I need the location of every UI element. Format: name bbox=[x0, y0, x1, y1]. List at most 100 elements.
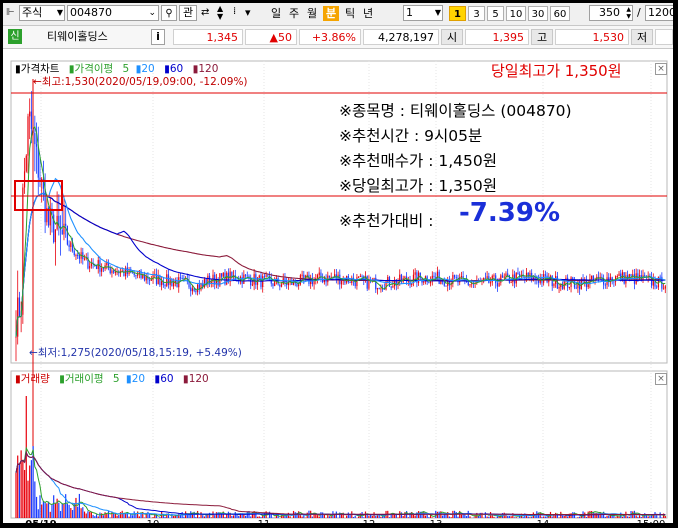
volume-bar bbox=[92, 514, 94, 518]
volume-bar bbox=[561, 515, 564, 518]
candle-body bbox=[298, 284, 300, 287]
legend-volume[interactable]: ▮거래량 bbox=[15, 373, 53, 385]
search-button[interactable]: ⚲ bbox=[161, 5, 177, 21]
stock-info-bar: 신 티웨이홀딩스 i 1,345 ▲50 +3.86% 4,278,197 시 … bbox=[3, 26, 673, 49]
candle-body bbox=[359, 275, 361, 277]
volume-bar bbox=[18, 464, 21, 518]
period-tick[interactable]: 틱 bbox=[343, 6, 357, 21]
high-label: 고 bbox=[531, 29, 553, 45]
volume-panel-close-icon[interactable]: × bbox=[655, 373, 667, 385]
volume-bar bbox=[270, 514, 272, 518]
volume-bar bbox=[615, 517, 617, 518]
candle-body bbox=[404, 276, 406, 279]
price-panel-close-icon[interactable]: × bbox=[655, 63, 667, 75]
legend-price-chart[interactable]: ▮가격차트 bbox=[15, 63, 62, 75]
volume-bar bbox=[102, 515, 104, 518]
period-day[interactable]: 일 bbox=[269, 6, 283, 21]
interval-button-5[interactable]: 5 bbox=[487, 6, 504, 21]
x-axis-label: 12 bbox=[363, 519, 376, 523]
period-week[interactable]: 주 bbox=[287, 6, 301, 21]
volume-bar bbox=[131, 515, 134, 518]
volume-bar bbox=[382, 516, 384, 518]
candle-body bbox=[460, 276, 463, 278]
panel-toggle-icon[interactable]: ⊩ bbox=[6, 7, 18, 19]
candle-body bbox=[27, 116, 29, 156]
interval-button-30[interactable]: 30 bbox=[528, 6, 548, 21]
candle-body bbox=[226, 272, 228, 285]
legend-vma20[interactable]: ▮20 bbox=[126, 373, 148, 385]
total-input[interactable]: 1200 bbox=[645, 5, 673, 21]
x-axis-label: 05/19 bbox=[25, 519, 57, 523]
volume-legend: ▮거래량 ▮거래이평 5 ▮20 ▮60 ▮120 bbox=[15, 372, 215, 386]
period-year[interactable]: 년 bbox=[361, 6, 375, 21]
period-minute[interactable]: 분 bbox=[323, 6, 339, 21]
volume-bar bbox=[462, 514, 464, 518]
legend-ma120[interactable]: ▮120 bbox=[193, 63, 222, 75]
more-icon[interactable]: ⁞ bbox=[233, 6, 236, 17]
settings-icon[interactable]: ▾ bbox=[245, 6, 251, 19]
legend-volume-ma[interactable]: ▮거래이평 bbox=[59, 373, 106, 385]
volume-bar bbox=[128, 516, 130, 518]
volume-bar bbox=[71, 510, 74, 518]
volume-bar bbox=[125, 513, 127, 518]
stock-name: 티웨이홀딩스 bbox=[47, 30, 108, 43]
volume-bar bbox=[637, 516, 639, 518]
high-value: 1,530 bbox=[555, 29, 629, 45]
spin-updown-icon: ▲ ▼ bbox=[626, 6, 631, 20]
note-recommend-price: ※추천매수가 : 1,450원 bbox=[339, 152, 497, 170]
market-select[interactable]: 주식 ▼ bbox=[19, 5, 65, 21]
period-month[interactable]: 월 bbox=[305, 6, 319, 21]
legend-ma60[interactable]: ▮60 bbox=[164, 63, 186, 75]
volume-bar bbox=[198, 517, 200, 518]
candle-body bbox=[83, 258, 86, 260]
interval-button-60[interactable]: 60 bbox=[550, 6, 570, 21]
interval-select[interactable]: 1 ▼ bbox=[403, 5, 443, 21]
volume-bar bbox=[318, 516, 320, 518]
interval-button-3[interactable]: 3 bbox=[468, 6, 485, 21]
legend-ma5[interactable]: 5 bbox=[123, 63, 130, 75]
volume-bar bbox=[39, 495, 41, 518]
volume-bar bbox=[563, 515, 565, 518]
volume-bar bbox=[323, 514, 325, 518]
volume-bar bbox=[284, 515, 286, 518]
volume-bar bbox=[508, 516, 510, 518]
volume-bar bbox=[41, 504, 43, 518]
volume-bar bbox=[23, 469, 26, 518]
volume-bar bbox=[195, 516, 197, 518]
legend-vma5[interactable]: 5 bbox=[113, 373, 120, 385]
volume-bar bbox=[78, 493, 80, 518]
interval-button-1[interactable]: 1 bbox=[449, 6, 466, 21]
count-stepper[interactable]: 350 ▲ ▼ bbox=[589, 5, 633, 21]
legend-ma20[interactable]: ▮20 bbox=[136, 63, 158, 75]
spin-updown-icon[interactable]: ▲ ▼ bbox=[217, 5, 223, 21]
volume-bar bbox=[376, 515, 379, 518]
stock-code-value: 004870 bbox=[70, 6, 112, 19]
volume-bar bbox=[656, 514, 658, 518]
volume-bar bbox=[183, 516, 185, 518]
info-button[interactable]: i bbox=[151, 29, 165, 45]
x-axis-label: 13 bbox=[430, 519, 443, 523]
volume-bar bbox=[47, 501, 50, 518]
stock-code-input[interactable]: 004870 ⌄ bbox=[67, 5, 159, 21]
x-axis-label: 15:00 bbox=[637, 519, 666, 523]
note-recommend-time: ※추천시간 : 9시05분 bbox=[339, 127, 483, 145]
kwan-button[interactable]: 관 bbox=[179, 5, 197, 21]
volume-bar bbox=[138, 516, 140, 518]
legend-price-ma[interactable]: ▮가격이평 bbox=[69, 63, 116, 75]
candle-body bbox=[191, 288, 194, 292]
volume-bar bbox=[226, 514, 228, 518]
candle-body bbox=[157, 275, 159, 285]
candle-body bbox=[251, 284, 254, 286]
volume-bar bbox=[647, 516, 649, 518]
volume-bar bbox=[118, 514, 120, 518]
interval-button-10[interactable]: 10 bbox=[506, 6, 526, 21]
price-volume-chart[interactable]: 05/19 10 11 12 13 14 15:00 bbox=[3, 49, 673, 523]
legend-vma120[interactable]: ▮120 bbox=[183, 373, 212, 385]
volume-bar bbox=[44, 502, 46, 518]
volume-bar bbox=[328, 516, 331, 518]
volume-bar bbox=[407, 517, 409, 518]
legend-vma60[interactable]: ▮60 bbox=[154, 373, 176, 385]
volume-bar bbox=[414, 515, 416, 518]
volume-bar bbox=[510, 516, 512, 518]
swap-icon[interactable]: ⇄ bbox=[201, 7, 209, 18]
